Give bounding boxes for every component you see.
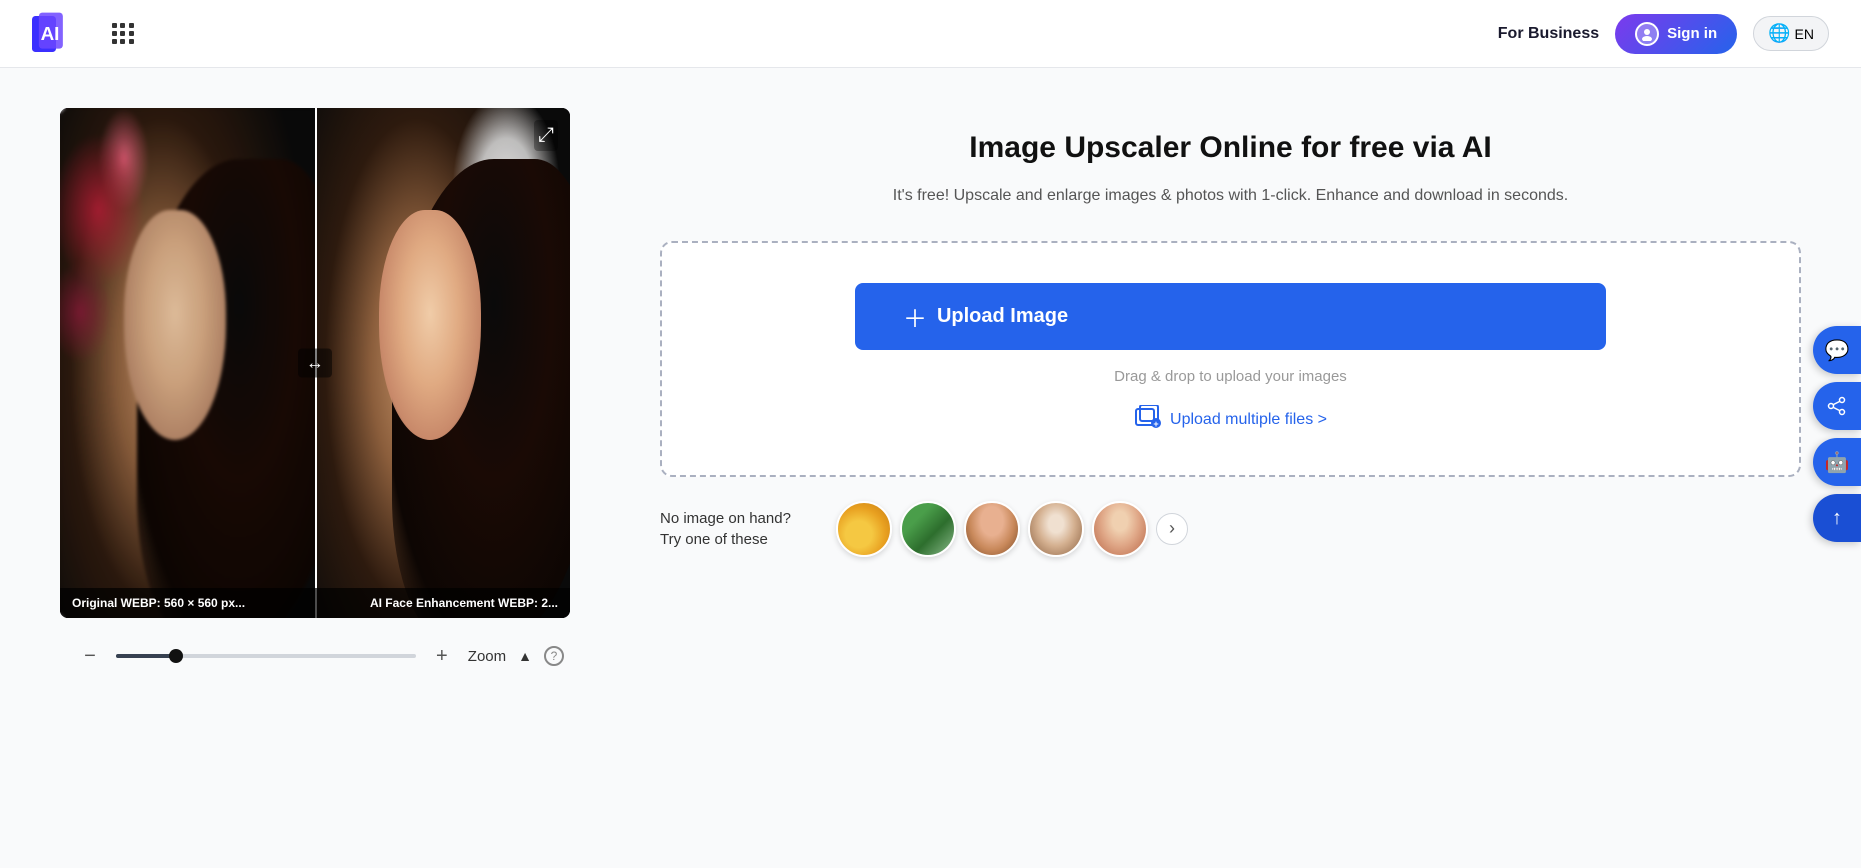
upload-multiple-link[interactable]: + Upload multiple files > xyxy=(1134,405,1327,435)
left-panel: ↔ ⤢ Original WEBP: 560 × 560 px... AI Fa… xyxy=(60,108,580,828)
sample-thumb-family[interactable] xyxy=(1028,501,1084,557)
header-right: For Business Sign in 🌐 EN xyxy=(1498,14,1829,54)
upload-area[interactable]: ＋ Upload Image Drag & drop to upload you… xyxy=(660,241,1801,477)
samples-row: No image on hand? Try one of these › xyxy=(660,501,1801,557)
hero-subtitle: It's free! Upscale and enlarge images & … xyxy=(660,183,1801,209)
sample-thumbs: › xyxy=(836,501,1188,557)
zoom-slider[interactable] xyxy=(116,654,416,658)
upload-multiple-label: Upload multiple files > xyxy=(1170,411,1327,429)
avatar-icon xyxy=(1635,22,1659,46)
globe-icon: 🌐 xyxy=(1768,23,1790,44)
sample-thumb-car[interactable] xyxy=(836,501,892,557)
sample-thumb-road[interactable] xyxy=(900,501,956,557)
logo[interactable]: AI xyxy=(32,12,92,56)
zoom-help-icon[interactable]: ? xyxy=(544,646,564,666)
language-button[interactable]: 🌐 EN xyxy=(1753,16,1829,51)
share-float-button[interactable] xyxy=(1813,382,1861,430)
samples-next-arrow[interactable]: › xyxy=(1156,513,1188,545)
blur-overlay xyxy=(60,108,315,618)
hero-title: Image Upscaler Online for free via AI xyxy=(660,128,1801,167)
right-panel: Image Upscaler Online for free via AI It… xyxy=(660,108,1801,828)
samples-label: No image on hand? Try one of these xyxy=(660,508,820,550)
svg-text:AI: AI xyxy=(41,23,60,44)
svg-text:+: + xyxy=(1153,419,1158,429)
divider-arrows: ↔ xyxy=(298,349,332,378)
header-left: AI xyxy=(32,12,134,56)
drag-drop-text: Drag & drop to upload your images xyxy=(694,368,1767,385)
floating-buttons: 💬 🤖 ↑ xyxy=(1813,326,1861,542)
upload-plus-icon: ＋ xyxy=(903,299,927,334)
enhanced-label: AI Face Enhancement WEBP: 2... xyxy=(315,588,570,618)
sample-thumb-woman2[interactable] xyxy=(1092,501,1148,557)
main-content: ↔ ⤢ Original WEBP: 560 × 560 px... AI Fa… xyxy=(0,68,1861,868)
original-label: Original WEBP: 560 × 560 px... xyxy=(60,588,315,618)
image-labels: Original WEBP: 560 × 560 px... AI Face E… xyxy=(60,588,570,618)
enhanced-image xyxy=(315,108,570,618)
lang-label: EN xyxy=(1795,26,1814,42)
grid-menu-icon[interactable] xyxy=(112,23,134,44)
zoom-slider-fill xyxy=(116,654,176,658)
zoom-slider-thumb[interactable] xyxy=(169,649,183,663)
ai-assistant-float-button[interactable]: 🤖 xyxy=(1813,438,1861,486)
upload-button-label: Upload Image xyxy=(937,305,1068,328)
zoom-up-icon: ▲ xyxy=(518,648,532,664)
scroll-top-float-button[interactable]: ↑ xyxy=(1813,494,1861,542)
upload-image-button[interactable]: ＋ Upload Image xyxy=(855,283,1606,350)
expand-icon[interactable]: ⤢ xyxy=(534,120,558,151)
upload-multiple-icon: + xyxy=(1134,405,1162,435)
image-compare[interactable]: ↔ ⤢ Original WEBP: 560 × 560 px... AI Fa… xyxy=(60,108,570,618)
sample-thumb-woman1[interactable] xyxy=(964,501,1020,557)
zoom-in-button[interactable]: + xyxy=(428,642,456,670)
original-image xyxy=(60,108,315,618)
sign-in-button[interactable]: Sign in xyxy=(1615,14,1737,54)
sign-in-label: Sign in xyxy=(1667,25,1717,42)
zoom-label: Zoom xyxy=(468,648,506,665)
zoom-out-button[interactable]: − xyxy=(76,642,104,670)
header: AI For Business Sign in 🌐 EN xyxy=(0,0,1861,68)
zoom-controls: − + Zoom ▲ ? xyxy=(60,634,580,678)
chat-float-button[interactable]: 💬 xyxy=(1813,326,1861,374)
for-business-link[interactable]: For Business xyxy=(1498,25,1599,43)
portrait-face-right xyxy=(379,210,481,440)
